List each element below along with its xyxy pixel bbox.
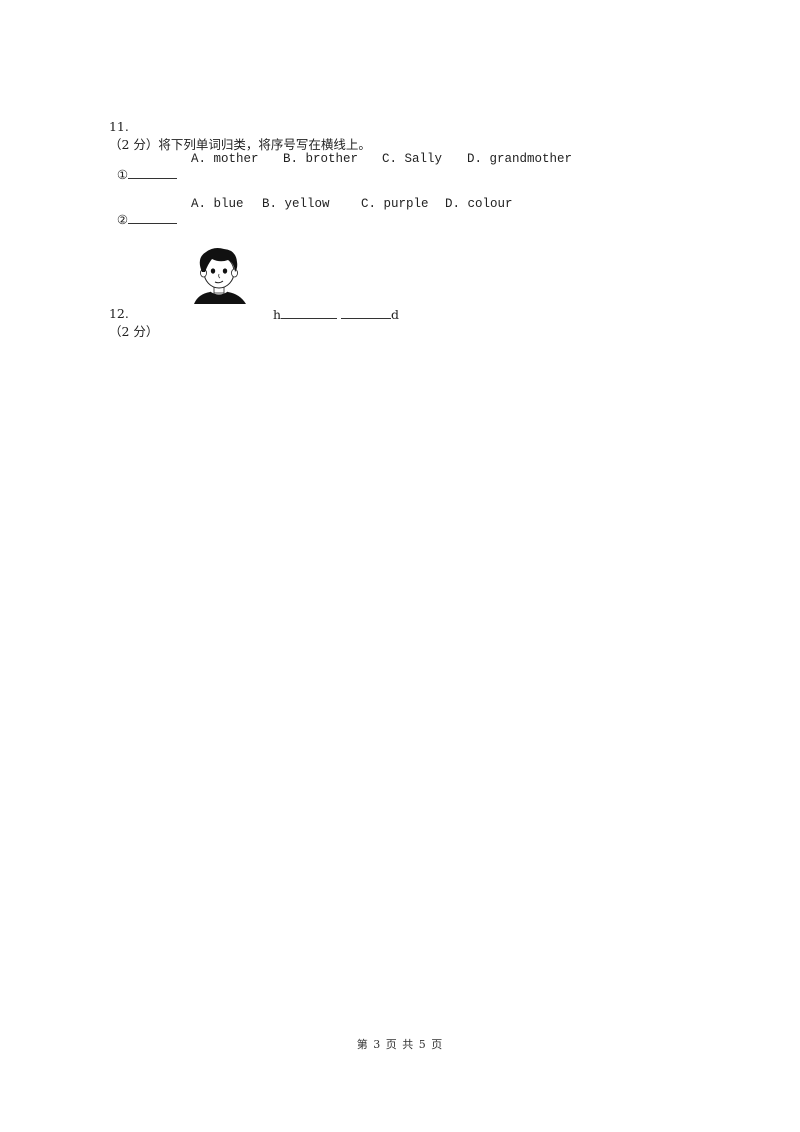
option-b: B. brother: [283, 152, 359, 166]
option-a: A. mother: [191, 152, 259, 166]
question-11-title: 11. （2 分）将下列单词归类，将序号写在横线上。: [101, 104, 371, 153]
page-footer: 第 3 页 共 5 页: [356, 1038, 444, 1051]
option-c: C. purple: [361, 197, 429, 211]
answer-blank[interactable]: [128, 166, 178, 179]
question-score: （2 分）: [108, 137, 159, 152]
question-number: 11.: [108, 119, 129, 134]
group-marker: ①: [101, 151, 178, 197]
option-b: B. yellow: [262, 197, 330, 211]
option-d: D. grandmother: [467, 152, 573, 166]
option-a: A. blue: [191, 197, 244, 211]
answer-blank-1[interactable]: [281, 306, 338, 319]
answer-line: h d: [272, 306, 400, 322]
question-12-title: 12. （2 分）: [101, 291, 158, 340]
boy-face-image: [194, 248, 246, 304]
answer-blank[interactable]: [128, 211, 178, 224]
question-score: （2 分）: [108, 324, 159, 339]
option-d: D. colour: [445, 197, 513, 211]
word-group-1: ① A. mother B. brother C. Sally D. grand…: [101, 151, 701, 182]
answer-blank-2[interactable]: [341, 306, 391, 319]
option-c: C. Sally: [382, 152, 443, 166]
question-number: 12.: [108, 306, 129, 321]
question-instruction: 将下列单词归类，将序号写在横线上。: [158, 137, 371, 152]
word-group-2: ② A. blue B. yellow C. purple D. colour: [101, 196, 701, 227]
group-marker: ②: [101, 196, 178, 242]
